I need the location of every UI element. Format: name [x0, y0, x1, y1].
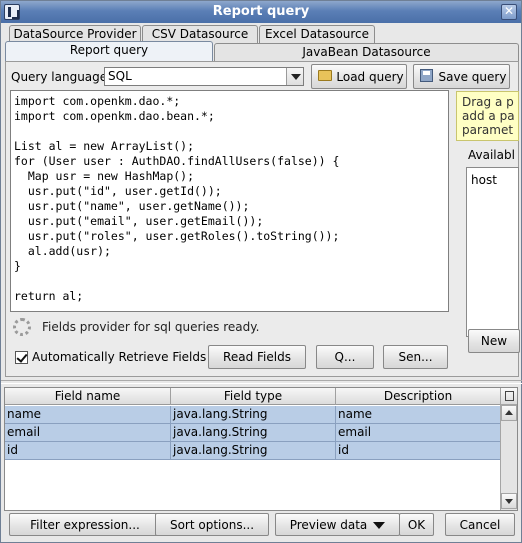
report-query-dialog: Report query ✕ DataSource Provider CSV D…: [0, 0, 522, 543]
table-header: Field name Field type Description: [5, 388, 501, 405]
new-parameter-button[interactable]: New: [468, 329, 520, 353]
auto-retrieve-label: Automatically Retrieve Fields: [32, 350, 207, 364]
filter-expression-button[interactable]: Filter expression...: [9, 513, 161, 536]
list-item[interactable]: host: [471, 173, 497, 187]
chevron-down-icon[interactable]: [286, 68, 303, 85]
ok-button[interactable]: OK: [399, 513, 434, 536]
preview-data-button[interactable]: Preview data: [275, 513, 400, 536]
available-parameters-list[interactable]: host: [466, 167, 519, 337]
load-query-button[interactable]: Load query: [311, 64, 407, 89]
table-row[interactable]: email java.lang.String email: [5, 424, 501, 442]
send-button[interactable]: Sen...: [383, 345, 448, 369]
query-editor[interactable]: import com.openkm.dao.*; import com.open…: [10, 90, 449, 312]
drag-hint: Drag a p add a pa paramet: [456, 91, 519, 141]
table-row[interactable]: id java.lang.String id: [5, 442, 501, 460]
table-row[interactable]: name java.lang.String name: [5, 406, 501, 424]
cancel-button[interactable]: Cancel: [445, 513, 515, 536]
query-language-select[interactable]: SQL: [104, 67, 304, 86]
window-title: Report query: [212, 4, 310, 19]
column-field-type[interactable]: Field type: [171, 388, 336, 405]
available-parameters-label: Availabl: [468, 148, 515, 162]
query-code: import com.openkm.dao.*; import com.open…: [14, 94, 340, 303]
parameters-panel: Drag a p add a pa paramet Availabl host …: [456, 91, 520, 356]
read-fields-button[interactable]: Read Fields: [208, 345, 306, 369]
auto-retrieve-checkbox[interactable]: [15, 351, 28, 364]
column-description[interactable]: Description: [336, 388, 501, 405]
dropdown-arrow-icon: [373, 521, 386, 529]
close-icon[interactable]: ✕: [501, 4, 517, 20]
query-language-value: SQL: [108, 69, 132, 83]
title-bar[interactable]: Report query ✕: [1, 1, 521, 23]
tab-excel-datasource[interactable]: Excel Datasource: [259, 25, 375, 43]
query-designer-button[interactable]: Q...: [316, 345, 374, 369]
table-scrollbar[interactable]: [500, 388, 517, 510]
query-language-label: Query language: [11, 70, 108, 84]
fields-table[interactable]: Field name Field type Description name j…: [4, 387, 518, 511]
column-chooser-icon[interactable]: [500, 388, 517, 405]
loading-spinner-icon: [13, 318, 31, 336]
status-message: Fields provider for sql queries ready.: [42, 320, 260, 334]
scroll-up-icon[interactable]: [501, 405, 517, 421]
column-field-name[interactable]: Field name: [5, 388, 171, 405]
status-bar: Fields provider for sql queries ready.: [11, 315, 449, 339]
splitter[interactable]: [1, 380, 522, 384]
tab-report-query[interactable]: Report query: [5, 41, 213, 61]
sort-options-button[interactable]: Sort options...: [155, 513, 269, 536]
tab-javabean-datasource[interactable]: JavaBean Datasource: [214, 43, 519, 61]
scroll-down-icon[interactable]: [501, 493, 517, 509]
save-query-button[interactable]: Save query: [413, 64, 510, 89]
